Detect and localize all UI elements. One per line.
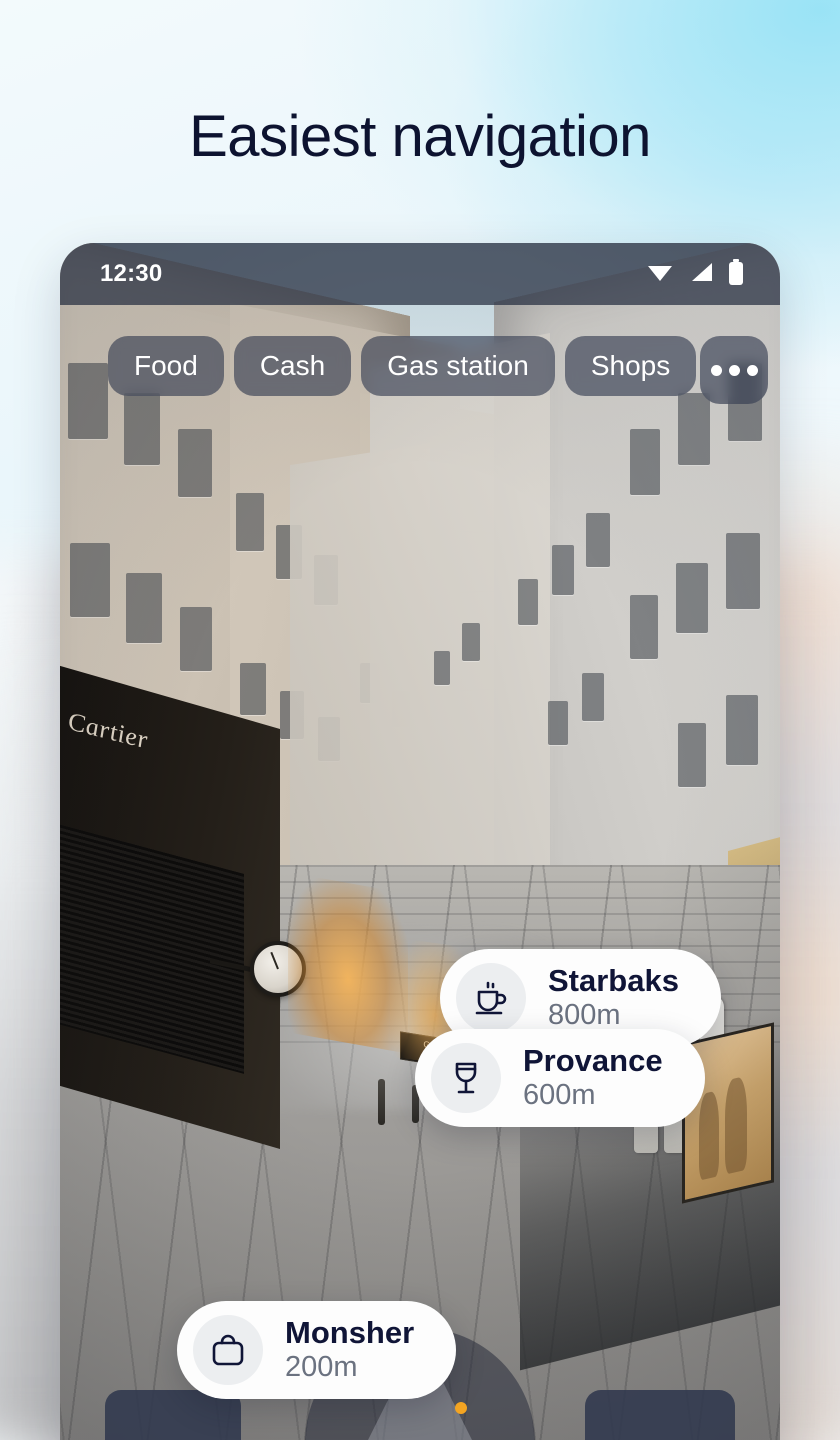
filter-chip-row[interactable]: Food Cash Gas station Shops: [60, 336, 780, 396]
scene-window: [678, 723, 706, 787]
scene-window: [726, 533, 760, 609]
poi-distance: 200m: [285, 1351, 358, 1384]
status-bar-icons: [646, 258, 744, 290]
scene-window: [126, 573, 162, 643]
bottom-nav-right-button[interactable]: [585, 1390, 735, 1440]
shopping-bag-icon: [193, 1315, 263, 1385]
poi-text-block: Monsher 200m: [285, 1316, 414, 1383]
poi-distance: 800m: [548, 999, 621, 1032]
cellular-signal-icon: [688, 261, 714, 288]
poi-text-block: Starbaks 800m: [548, 964, 679, 1031]
scene-window: [630, 595, 658, 659]
promo-page: Easiest navigation Cartier 12:30 Food Ca…: [0, 0, 840, 1440]
scene-window: [434, 651, 450, 685]
status-bar: 12:30: [60, 243, 780, 305]
poi-text-block: Provance 600m: [523, 1044, 663, 1111]
scene-window: [178, 429, 212, 497]
scene-window: [548, 701, 568, 745]
scene-window: [518, 579, 538, 625]
filter-chip-food[interactable]: Food: [108, 336, 224, 396]
page-title: Easiest navigation: [189, 104, 651, 169]
scene-mannequin: [699, 1090, 719, 1181]
poi-name: Starbaks: [548, 963, 679, 999]
wifi-icon: [646, 261, 674, 288]
phone-mockup: Cartier GIORGIO ARMANI FENDI: [60, 243, 780, 1440]
scene-window: [676, 563, 708, 633]
radar-poi-marker: [455, 1402, 467, 1414]
poi-distance: 600m: [523, 1079, 596, 1112]
scene-mannequin: [725, 1075, 747, 1175]
coffee-cup-icon: [456, 963, 526, 1033]
scene-window: [726, 695, 758, 765]
filter-chip-gas-station[interactable]: Gas station: [361, 336, 555, 396]
scene-window: [180, 607, 212, 671]
wine-glass-icon: [431, 1043, 501, 1113]
scene-window: [552, 545, 574, 595]
filter-chip-shops[interactable]: Shops: [564, 336, 697, 396]
camera-viewfinder-photo: Cartier GIORGIO ARMANI FENDI: [60, 243, 780, 1440]
scene-window: [630, 429, 660, 495]
status-bar-clock: 12:30: [100, 260, 163, 287]
poi-name: Monsher: [285, 1315, 415, 1351]
scene-window: [124, 393, 160, 465]
poi-card-provance[interactable]: Provance 600m: [415, 1029, 705, 1127]
poi-name: Provance: [523, 1043, 663, 1079]
scene-window: [678, 393, 710, 465]
scene-window: [240, 663, 266, 715]
scene-bollard: [378, 1079, 385, 1125]
battery-icon: [728, 258, 744, 290]
scene-window: [70, 543, 110, 617]
ellipsis-dot-icon: [746, 364, 758, 376]
filter-chip-cash[interactable]: Cash: [233, 336, 352, 396]
ellipsis-dot-icon: [728, 364, 740, 376]
scene-window: [582, 673, 604, 721]
ellipsis-dot-icon: [710, 364, 722, 376]
poi-card-monsher[interactable]: Monsher 200m: [177, 1301, 457, 1399]
scene-window: [462, 623, 480, 661]
scene-window: [586, 513, 610, 567]
more-options-button[interactable]: [700, 336, 768, 404]
scene-window: [236, 493, 264, 551]
